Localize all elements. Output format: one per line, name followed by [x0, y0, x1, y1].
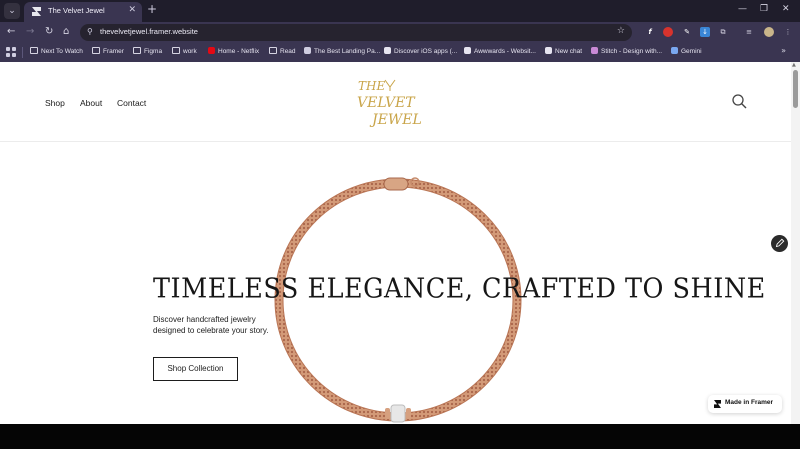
openai-icon [545, 47, 552, 54]
tab-strip: ⌄ The Velvet Jewel ✕ + — ❐ ✕ [0, 0, 800, 22]
framer-favicon-icon [32, 7, 41, 16]
browser-menu-icon[interactable]: ⋮ [783, 27, 793, 37]
restore-icon[interactable]: ❐ [760, 4, 768, 14]
bookmark-label: work [183, 48, 197, 55]
netflix-icon [208, 47, 215, 54]
page-scrollbar[interactable]: ▲ [791, 62, 800, 424]
bookmark-item[interactable]: Awwwards - Websit... [464, 47, 536, 59]
site-info-icon[interactable]: ⚲ [87, 27, 93, 36]
bookmark-label: Read [280, 48, 296, 55]
bookmark-star-icon[interactable]: ☆ [617, 26, 625, 36]
download-extension-icon[interactable]: ↓ [700, 27, 710, 37]
bookmark-divider [22, 47, 23, 58]
logo-line-the: THE [358, 79, 385, 93]
hero-title: TIMELESS ELEGANCE, CRAFTED TO SHINE [153, 273, 766, 305]
bookmark-label: Discover iOS apps (... [394, 48, 458, 55]
address-bar[interactable]: ⚲ thevelvetjewel.framer.website ☆ [80, 24, 632, 41]
new-tab-button[interactable]: + [147, 2, 157, 16]
scroll-thumb[interactable] [793, 70, 798, 108]
bookmark-label: Figma [144, 48, 163, 55]
awwwards-icon [464, 47, 471, 54]
folder-icon [269, 47, 277, 54]
bookmark-item[interactable]: Framer [92, 47, 124, 59]
nav-about-link[interactable]: About [80, 98, 102, 108]
logo-line-jewel: JEWEL [369, 112, 422, 128]
bookmark-label: The Best Landing Pa... [314, 48, 381, 55]
eyedropper-extension-icon[interactable]: ✎ [682, 27, 692, 37]
bookmark-label: Next To Watch [41, 48, 83, 55]
site-icon [304, 47, 311, 54]
logo-line-velvet: VELVET [357, 95, 416, 111]
reload-icon[interactable]: ↻ [45, 26, 53, 37]
close-tab-icon[interactable]: ✕ [128, 5, 136, 15]
bookmark-item[interactable]: Gemini [671, 47, 702, 59]
folder-icon [172, 47, 180, 54]
stitch-icon [591, 47, 598, 54]
url-text[interactable]: thevelvetjewel.framer.website [100, 27, 198, 36]
hero-subtitle: Discover handcrafted jewelry designed to… [153, 315, 269, 335]
bookmarks-bar: Next To Watch Framer Figma work Home - Netfl… [0, 43, 800, 62]
bookmark-item[interactable]: Figma [133, 47, 162, 59]
extensions-puzzle-icon[interactable]: ⧉ [718, 27, 728, 37]
media-controls-icon[interactable]: ≡ [744, 27, 754, 37]
font-extension-icon[interactable]: f [645, 27, 655, 37]
back-icon[interactable]: ← [7, 26, 15, 37]
tab-search-menu-button[interactable]: ⌄ [4, 3, 20, 19]
framer-logo-icon [714, 400, 721, 408]
nav-shop-link[interactable]: Shop [45, 98, 65, 108]
pencil-icon [775, 238, 785, 248]
home-icon[interactable]: ⌂ [63, 26, 69, 37]
scroll-up-arrow-icon[interactable]: ▲ [792, 62, 796, 68]
search-icon[interactable] [732, 94, 747, 109]
bookmark-label: Home - Netflix [218, 48, 260, 55]
more-bookmarks-icon[interactable]: » [781, 46, 786, 55]
bookmark-item[interactable]: work [172, 47, 197, 59]
made-in-framer-label: Made in Framer [725, 399, 774, 406]
bookmark-item[interactable]: The Best Landing Pa... [304, 47, 380, 59]
bookmark-item[interactable]: Discover iOS apps (... [384, 47, 457, 59]
bookmark-item[interactable]: Stitch - Design with... [591, 47, 662, 59]
site-header: Shop About Contact THE VELVET JEWEL [0, 62, 791, 142]
nav-contact-link[interactable]: Contact [117, 98, 146, 108]
apps-grid-icon[interactable] [6, 47, 16, 57]
bookmark-label: New chat [555, 48, 583, 55]
forward-icon[interactable]: → [26, 26, 34, 37]
bookmark-item[interactable]: Next To Watch [30, 47, 83, 59]
bookmark-label: Awwwards - Websit... [474, 48, 536, 55]
bookmark-label: Framer [103, 48, 124, 55]
velvet-jewel-logo[interactable]: THE VELVET JEWEL [355, 76, 440, 128]
logo-butterfly-icon [384, 79, 396, 91]
made-in-framer-badge[interactable]: Made in Framer [708, 395, 782, 413]
tab-title: The Velvet Jewel [48, 6, 105, 15]
bookmark-label: Gemini [681, 48, 702, 55]
cloud-icon [384, 47, 391, 54]
profile-avatar[interactable] [764, 27, 774, 37]
taskbar-strip [0, 424, 800, 449]
active-tab[interactable]: The Velvet Jewel ✕ [24, 2, 142, 22]
bookmark-label: Stitch - Design with... [601, 48, 663, 55]
bookmark-item[interactable]: New chat [545, 47, 582, 59]
red-extension-icon[interactable] [663, 27, 673, 37]
folder-icon [133, 47, 141, 54]
bookmark-item[interactable]: Home - Netflix [208, 47, 259, 59]
close-window-icon[interactable]: ✕ [782, 4, 790, 14]
web-page: Shop About Contact THE VELVET JEWEL TIME… [0, 62, 791, 424]
edit-pencil-button[interactable] [771, 235, 788, 252]
folder-icon [92, 47, 100, 54]
browser-toolbar: ← → ↻ ⌂ ⚲ thevelvetjewel.framer.website … [0, 22, 800, 43]
folder-icon [30, 47, 38, 54]
bookmark-item[interactable]: Read [269, 47, 296, 59]
shop-collection-button[interactable]: Shop Collection [153, 357, 238, 381]
gemini-icon [671, 47, 678, 54]
minimize-icon[interactable]: — [738, 4, 747, 14]
